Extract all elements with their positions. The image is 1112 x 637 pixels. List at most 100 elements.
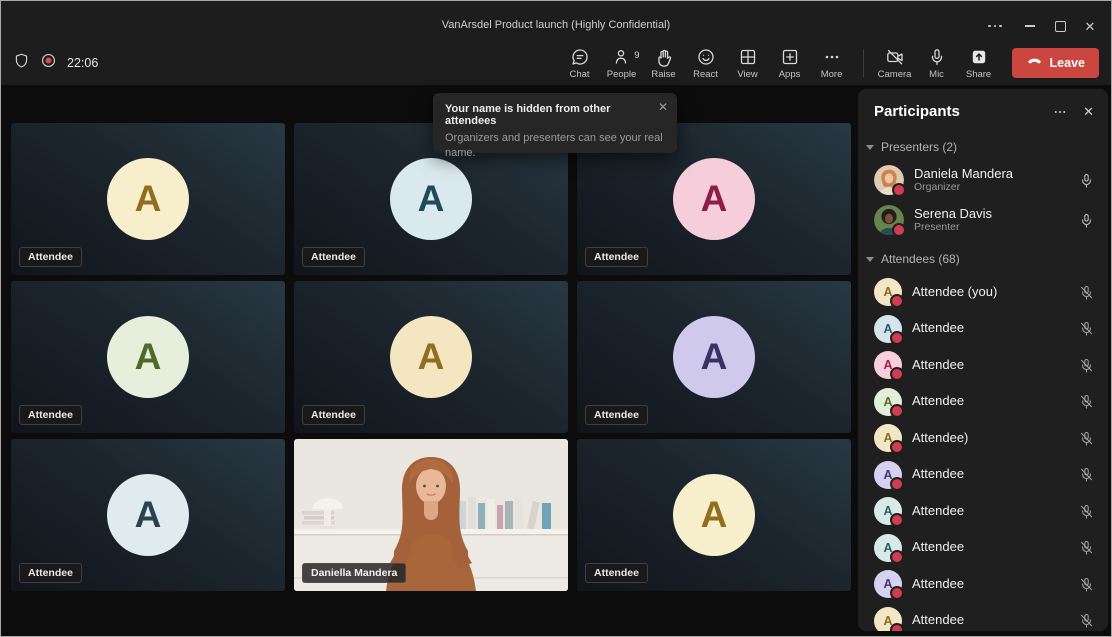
camera-label: Camera <box>878 69 912 80</box>
apps-label: Apps <box>779 69 801 80</box>
presenter-row[interactable]: Serena Davis Presenter <box>858 200 1108 240</box>
participant-role: Organizer <box>914 181 1071 193</box>
chat-icon <box>570 47 590 67</box>
attendee-row[interactable]: A Attendee <box>858 530 1108 567</box>
people-icon: 9 <box>612 47 632 67</box>
attendee-row[interactable]: A Attendee <box>858 457 1108 494</box>
participant-name: Attendee <box>912 504 1071 519</box>
presence-busy-badge <box>890 623 904 631</box>
mic-on-icon[interactable] <box>1079 213 1094 228</box>
avatar: A <box>874 534 902 562</box>
participant-name: Daniela Mandera <box>914 167 1071 182</box>
presence-busy-badge <box>890 550 904 564</box>
tile-label: Attendee <box>19 247 82 267</box>
attendees-section-header[interactable]: Attendees (68) <box>858 240 1108 274</box>
mic-on-icon[interactable] <box>1079 173 1094 188</box>
avatar: A <box>874 315 902 343</box>
participant-name: Attendee <box>912 540 1071 555</box>
shield-icon[interactable] <box>13 52 30 74</box>
video-tile[interactable]: A Attendee <box>11 123 285 275</box>
mic-off-icon[interactable] <box>1079 577 1094 592</box>
presence-busy-badge <box>892 223 906 237</box>
attendee-row[interactable]: A Attendee <box>858 384 1108 421</box>
mic-off-icon[interactable] <box>1079 613 1094 628</box>
chat-button[interactable]: Chat <box>559 47 601 80</box>
tile-label: Attendee <box>302 405 365 425</box>
mic-off-icon[interactable] <box>1079 540 1094 555</box>
tile-avatar: A <box>673 158 755 240</box>
react-button[interactable]: React <box>685 47 727 80</box>
camera-off-icon <box>885 47 905 67</box>
participants-close-icon[interactable]: ✕ <box>1083 104 1094 120</box>
toast-close-icon[interactable]: ✕ <box>658 100 668 114</box>
participant-name: Attendee (you) <box>912 285 1071 300</box>
meeting-toolbar: 22:06 Chat 9 People Raise React View <box>1 41 1111 85</box>
window-menu-icon[interactable] <box>985 15 1015 37</box>
teams-meeting-window: VanArsdel Product launch (Highly Confide… <box>0 0 1112 637</box>
chevron-down-icon <box>866 145 874 150</box>
people-button[interactable]: 9 People <box>601 47 643 80</box>
toast-title: Your name is hidden from other attendees <box>445 103 665 127</box>
video-tile[interactable]: A Attendee <box>577 439 851 591</box>
attendee-row[interactable]: A Attendee <box>858 311 1108 348</box>
video-tile-live[interactable]: Daniella Mandera <box>294 439 568 591</box>
more-button[interactable]: More <box>811 47 853 80</box>
mic-off-icon[interactable] <box>1079 285 1094 300</box>
presenters-section-header[interactable]: Presenters (2) <box>858 132 1108 160</box>
meeting-title: VanArsdel Product launch (Highly Confide… <box>1 19 1111 31</box>
apps-button[interactable]: Apps <box>769 47 811 80</box>
attendee-row[interactable]: A Attendee <box>858 566 1108 603</box>
presence-busy-badge <box>890 477 904 491</box>
participant-name: Attendee <box>912 358 1071 373</box>
video-tile[interactable]: A Attendee <box>577 281 851 433</box>
maximize-icon[interactable] <box>1045 15 1075 37</box>
tile-avatar: A <box>673 316 755 398</box>
tile-avatar: A <box>390 316 472 398</box>
tile-label: Daniella Mandera <box>302 563 406 583</box>
toolbar-divider <box>863 49 864 77</box>
video-tile[interactable]: A Attendee <box>294 281 568 433</box>
attendee-row[interactable]: A Attendee (you) <box>858 274 1108 311</box>
mic-button[interactable]: Mic <box>916 47 958 80</box>
avatar: A <box>874 497 902 525</box>
mic-off-icon[interactable] <box>1079 321 1094 336</box>
titlebar: VanArsdel Product launch (Highly Confide… <box>1 1 1111 41</box>
attendee-row[interactable]: A Attendee <box>858 603 1108 632</box>
tile-label: Attendee <box>19 405 82 425</box>
raise-hand-icon <box>654 47 674 67</box>
close-icon[interactable]: ✕ <box>1075 15 1105 37</box>
avatar: A <box>874 351 902 379</box>
camera-button[interactable]: Camera <box>874 47 916 80</box>
attendee-row[interactable]: A Attendee <box>858 347 1108 384</box>
video-grid: A Attendee A Attendee A Attendee A Atten… <box>11 123 851 591</box>
mic-off-icon[interactable] <box>1079 394 1094 409</box>
minimize-icon[interactable] <box>1015 15 1045 37</box>
attendee-row[interactable]: A Attendee) <box>858 420 1108 457</box>
avatar: A <box>874 388 902 416</box>
attendee-row[interactable]: A Attendee <box>858 493 1108 530</box>
tile-avatar: A <box>107 158 189 240</box>
leave-button[interactable]: Leave <box>1012 48 1099 78</box>
mic-off-icon[interactable] <box>1079 358 1094 373</box>
tile-label: Attendee <box>302 247 365 267</box>
share-button[interactable]: Share <box>958 47 1000 80</box>
chevron-down-icon <box>866 257 874 262</box>
presence-busy-badge <box>890 294 904 308</box>
participants-more-icon[interactable] <box>1053 105 1067 119</box>
raise-hand-button[interactable]: Raise <box>643 47 685 80</box>
mic-off-icon[interactable] <box>1079 431 1094 446</box>
tile-avatar: A <box>390 158 472 240</box>
video-tile[interactable]: A Attendee <box>11 439 285 591</box>
window-controls: ✕ <box>985 15 1105 37</box>
name-hidden-toast: Your name is hidden from other attendees… <box>433 93 677 153</box>
presenter-row[interactable]: Daniela Mandera Organizer <box>858 160 1108 200</box>
raise-label: Raise <box>651 69 675 80</box>
view-button[interactable]: View <box>727 47 769 80</box>
mic-off-icon[interactable] <box>1079 504 1094 519</box>
avatar: A <box>874 424 902 452</box>
share-icon <box>969 47 989 67</box>
presence-busy-badge <box>890 586 904 600</box>
presence-busy-badge <box>890 440 904 454</box>
mic-off-icon[interactable] <box>1079 467 1094 482</box>
video-tile[interactable]: A Attendee <box>11 281 285 433</box>
